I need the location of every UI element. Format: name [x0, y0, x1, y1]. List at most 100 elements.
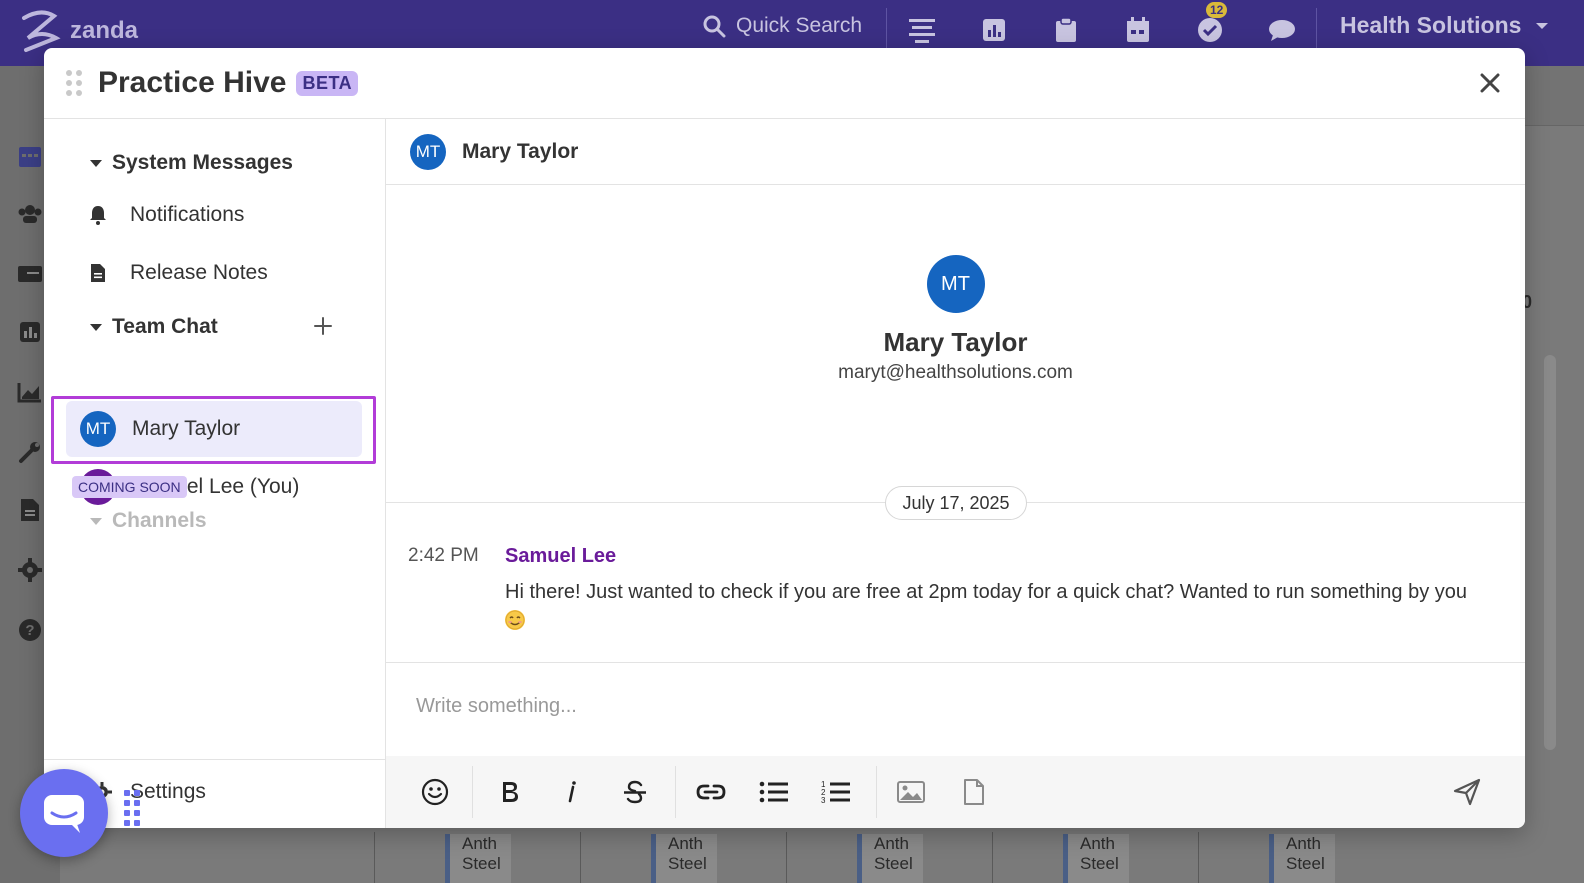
dm-item-mary-taylor[interactable]: MT Mary Taylor — [66, 401, 362, 457]
sidebar-item-label: Notifications — [130, 203, 245, 226]
file-icon — [964, 779, 984, 805]
send-button[interactable] — [1449, 774, 1485, 810]
billing-nav-icon[interactable] — [16, 260, 44, 288]
sidebar-item-notifications[interactable]: Notifications — [88, 203, 244, 227]
sidebar-item-release-notes[interactable]: Release Notes — [88, 261, 268, 285]
link-button[interactable] — [693, 774, 729, 810]
strikethrough-button[interactable] — [617, 774, 653, 810]
add-team-chat-button[interactable] — [312, 315, 334, 337]
channels-label: Channels — [112, 509, 207, 532]
italic-button[interactable] — [554, 774, 590, 810]
quick-search-label: Quick Search — [736, 14, 863, 37]
calendar-cell: Anth Steel — [374, 832, 580, 883]
search-icon — [703, 15, 726, 38]
report-icon[interactable] — [978, 14, 1010, 46]
message-time: 2:42 PM — [408, 545, 479, 566]
link-icon — [696, 784, 726, 800]
appointment-block[interactable]: Anth Steel — [651, 834, 717, 883]
appointment-line: Anth — [462, 834, 497, 853]
topbar-divider — [1316, 8, 1317, 48]
bullet-list-button[interactable] — [756, 774, 792, 810]
chat-header: MT Mary Taylor — [386, 119, 1525, 185]
appointment-block[interactable]: Anth Steel — [857, 834, 923, 883]
appointment-line: Steel — [1286, 854, 1325, 873]
calendar-appointments-row: Anth Steel Anth Steel Anth Steel Anth Steel Anth… — [374, 832, 1404, 883]
clipboard-icon[interactable] — [1050, 14, 1082, 46]
message-body: Hi there! Just wanted to check if you ar… — [505, 578, 1485, 636]
svg-text:?: ? — [25, 622, 34, 639]
calendar-nav-icon[interactable] — [16, 142, 44, 170]
strikethrough-icon — [624, 780, 646, 804]
bold-icon — [503, 782, 518, 802]
appointment-line: Steel — [874, 854, 913, 873]
avatar: MT — [80, 411, 116, 447]
avatar: MT — [410, 133, 446, 170]
system-messages-toggle[interactable]: System Messages — [90, 151, 293, 175]
dm-name: Mary Taylor — [132, 417, 241, 440]
toolbar-divider — [675, 766, 676, 818]
message-input[interactable] — [416, 695, 1416, 718]
account-switcher[interactable]: Health Solutions — [1340, 12, 1549, 39]
numbered-list-button[interactable]: 123 — [818, 774, 854, 810]
chat-sidebar: System Messages Notifications Release No… — [44, 119, 386, 828]
profile-email: maryt@healthsolutions.com — [838, 362, 1073, 383]
help-nav-icon[interactable]: ? — [16, 616, 44, 644]
calendar-cell: Anth Steel — [786, 832, 992, 883]
composer-divider — [386, 662, 1525, 663]
appointment-line: Steel — [462, 854, 501, 873]
svg-text:3: 3 — [821, 796, 826, 805]
smiling-face-emoji-icon — [505, 610, 525, 630]
appointment-block[interactable]: Anth Steel — [1269, 834, 1335, 883]
account-name: Health Solutions — [1340, 12, 1522, 38]
notification-count-badge: 12 — [1206, 2, 1228, 18]
caret-down-icon — [90, 323, 102, 331]
date-separator-pill: July 17, 2025 — [885, 486, 1027, 520]
appointment-block[interactable]: Anth Steel — [445, 834, 511, 883]
tasks-check-icon[interactable]: 12 — [1194, 2, 1228, 46]
channels-toggle: Channels — [90, 509, 207, 533]
bullet-list-icon — [759, 781, 788, 803]
toolbar-divider — [876, 766, 877, 818]
coming-soon-badge: COMING SOON — [72, 476, 187, 498]
close-icon — [1480, 73, 1500, 93]
calendar-scrollbar[interactable] — [1544, 355, 1556, 750]
support-chat-launcher[interactable] — [20, 769, 108, 857]
appointment-line: Steel — [668, 854, 707, 873]
calendar-cell: Anth Steel — [580, 832, 786, 883]
appointment-line: Anth — [668, 834, 703, 853]
analytics-nav-icon[interactable] — [16, 378, 44, 406]
users-nav-icon[interactable] — [16, 200, 44, 228]
send-icon — [1453, 778, 1481, 806]
emoji-button[interactable] — [417, 774, 453, 810]
widget-drag-handle-icon[interactable] — [124, 790, 140, 826]
wrench-nav-icon[interactable] — [16, 438, 44, 466]
topbar-divider — [886, 8, 887, 48]
team-chat-label: Team Chat — [112, 315, 218, 338]
drag-handle-icon[interactable] — [66, 70, 82, 96]
bold-button[interactable] — [492, 774, 528, 810]
profile-name: Mary Taylor — [883, 327, 1028, 357]
appointment-line: Anth — [1286, 834, 1321, 853]
insert-image-button[interactable] — [893, 774, 929, 810]
bell-icon — [88, 204, 108, 226]
modal-title: Practice Hive — [98, 66, 287, 99]
appointment-line: Anth — [874, 834, 909, 853]
message-author: Samuel Lee — [505, 545, 617, 567]
reports-nav-icon[interactable] — [16, 318, 44, 346]
quick-search[interactable]: Quick Search — [702, 14, 862, 38]
image-icon — [897, 781, 925, 803]
system-messages-label: System Messages — [112, 151, 293, 174]
toolbar-divider — [472, 766, 473, 818]
document-nav-icon[interactable] — [16, 496, 44, 524]
gear-nav-icon[interactable] — [16, 556, 44, 584]
menu-lines-icon[interactable] — [906, 14, 938, 46]
attach-file-button[interactable] — [956, 774, 992, 810]
team-chat-toggle[interactable]: Team Chat — [90, 315, 218, 339]
close-button[interactable] — [1477, 70, 1503, 96]
chat-bubble-icon[interactable] — [1266, 14, 1298, 46]
message-text: Hi there! Just wanted to check if you ar… — [505, 581, 1467, 603]
chevron-down-icon — [1536, 22, 1549, 29]
appointment-block[interactable]: Anth Steel — [1063, 834, 1129, 883]
document-icon — [88, 262, 108, 284]
calendar-icon[interactable] — [1122, 14, 1154, 46]
